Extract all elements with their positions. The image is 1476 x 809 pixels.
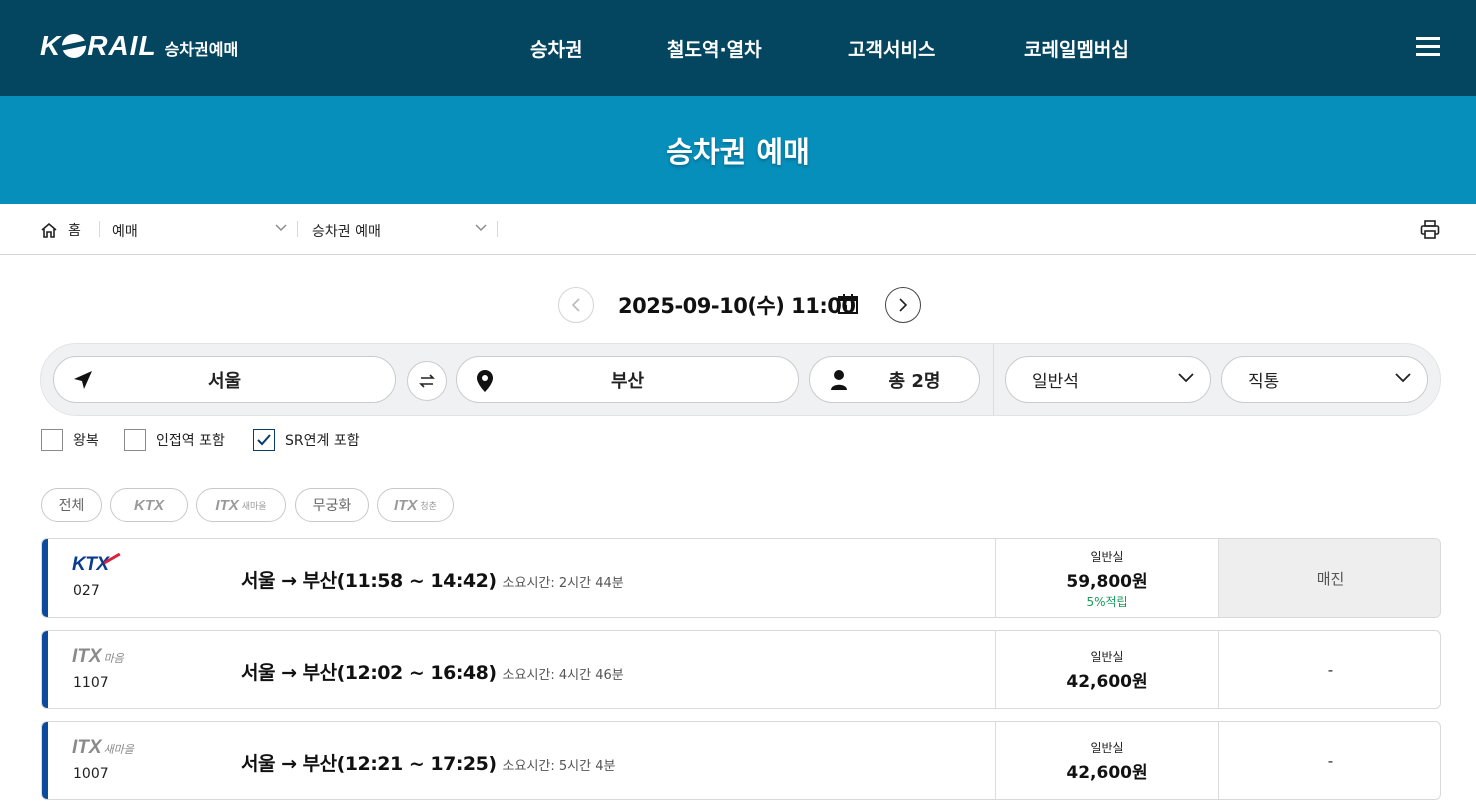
next-date-button[interactable] — [885, 287, 921, 323]
fare-cell: 일반실 42,600원 — [995, 631, 1218, 708]
hamburger-icon[interactable] — [1416, 37, 1440, 57]
page-banner: 승차권 예매 — [0, 96, 1476, 204]
swap-icon — [419, 374, 435, 388]
chevron-left-icon — [571, 298, 580, 312]
arrival-station-field[interactable]: 부산 — [456, 356, 799, 403]
filter-ktx[interactable]: KTX — [110, 488, 188, 522]
breadcrumb-divider — [297, 221, 298, 237]
calendar-icon[interactable] — [837, 293, 859, 315]
sr-connection-label: SR연계 포함 — [285, 433, 360, 449]
train-route: 서울 → 부산(11:58 ~ 14:42) 소요시간: 2시간 44분 — [241, 570, 624, 592]
selected-datetime[interactable]: 2025-09-10(수) 11:00 — [618, 290, 856, 320]
round-trip-label: 왕복 — [73, 433, 99, 449]
nav-membership[interactable]: 코레일멤버십 — [1024, 0, 1129, 96]
filter-itx-cheongchun[interactable]: ITX 청춘 — [377, 488, 454, 522]
seat-class-label: 일반실 — [1090, 650, 1124, 664]
checkmark-icon — [257, 434, 271, 446]
journey-search-bar: 서울 부산 총 2명 일반석 직통 — [40, 343, 1441, 416]
person-icon — [831, 370, 847, 390]
train-route: 서울 → 부산(12:02 ~ 16:48) 소요시간: 4시간 46분 — [241, 662, 624, 684]
route-type-select[interactable]: 직통 — [1221, 356, 1428, 403]
itx-cheongchun-sub: 청춘 — [420, 501, 437, 512]
points-earn-rate: 5%적립 — [1086, 595, 1128, 609]
logo-ring-icon — [62, 34, 87, 58]
train-route: 서울 → 부산(12:21 ~ 17:25) 소요시간: 5시간 4분 — [241, 753, 616, 775]
nav-customer-service[interactable]: 고객서비스 — [848, 0, 935, 96]
fare-price: 59,800원 — [1066, 572, 1148, 592]
itx-maeum-logo: ITX 마음 — [72, 646, 124, 667]
fare-cell: 일반실 59,800원 5%적립 — [995, 539, 1218, 617]
passenger-count-field[interactable]: 총 2명 — [809, 356, 980, 403]
home-icon — [41, 222, 57, 238]
page-title: 승차권 예매 — [666, 135, 810, 169]
row-accent-stripe — [42, 539, 48, 617]
korail-logo[interactable]: K RAIL 승차권예매 — [40, 28, 238, 64]
arrival-station: 부산 — [610, 370, 645, 392]
train-number: 1107 — [73, 675, 109, 691]
sr-connection-checkbox[interactable]: SR연계 포함 — [253, 429, 360, 451]
train-row[interactable]: ITX 새마을 1007 서울 → 부산(12:21 ~ 17:25) 소요시간: … — [41, 721, 1441, 800]
chevron-right-icon — [899, 298, 908, 312]
route-type-value: 직통 — [1248, 372, 1280, 392]
chevron-down-icon[interactable] — [275, 224, 287, 232]
row-accent-stripe — [42, 722, 48, 799]
breadcrumb-divider — [99, 221, 100, 237]
seat-class-label: 일반실 — [1090, 741, 1124, 755]
search-divider — [993, 344, 994, 415]
nav-stations-trains[interactable]: 철도역·열차 — [667, 0, 762, 96]
reservation-status[interactable]: - — [1218, 631, 1440, 708]
filter-itx-saemaeul[interactable]: ITX 새마을 — [196, 488, 286, 522]
itx-brand-text: ITX — [394, 496, 418, 514]
nearby-stations-checkbox[interactable]: 인접역 포함 — [124, 429, 225, 451]
reservation-status[interactable]: - — [1218, 722, 1440, 799]
train-row[interactable]: ITX 마음 1107 서울 → 부산(12:02 ~ 16:48) 소요시간: 4… — [41, 630, 1441, 709]
itx-brand-text: ITX — [215, 496, 239, 514]
chevron-down-icon — [1395, 373, 1411, 383]
itx-saemaeul-logo: ITX 새마을 — [72, 737, 134, 758]
train-number: 027 — [73, 583, 100, 599]
seat-class-select[interactable]: 일반석 — [1005, 356, 1211, 403]
fare-price: 42,600원 — [1066, 763, 1148, 783]
departure-station: 서울 — [207, 370, 242, 392]
checkbox-box[interactable] — [124, 429, 146, 451]
fare-price: 42,600원 — [1066, 672, 1148, 692]
print-icon[interactable] — [1420, 220, 1440, 239]
swap-stations-button[interactable] — [407, 361, 447, 401]
seat-class-label: 일반실 — [1090, 550, 1124, 564]
checkbox-box[interactable] — [41, 429, 63, 451]
top-navigation-bar: K RAIL 승차권예매 승차권 철도역·열차 고객서비스 코레일멤버십 — [0, 0, 1476, 96]
travel-duration: 소요시간: 2시간 44분 — [502, 576, 624, 591]
filter-all[interactable]: 전체 — [41, 488, 102, 522]
logo-wordmark: K RAIL — [40, 30, 157, 61]
train-row[interactable]: KTX 027 서울 → 부산(11:58 ~ 14:42) 소요시간: 2시간 … — [41, 538, 1441, 618]
travel-duration: 소요시간: 5시간 4분 — [502, 759, 616, 774]
departure-station-field[interactable]: 서울 — [53, 356, 396, 403]
passenger-count: 총 2명 — [888, 370, 941, 392]
filter-mugunghwa[interactable]: 무궁화 — [295, 488, 369, 522]
chevron-down-icon — [1178, 373, 1194, 383]
nearby-stations-label: 인접역 포함 — [156, 433, 225, 449]
fare-cell: 일반실 42,600원 — [995, 722, 1218, 799]
checkbox-box-checked[interactable] — [253, 429, 275, 451]
ktx-logo: KTX — [72, 552, 121, 576]
chevron-down-icon[interactable] — [475, 224, 487, 232]
row-accent-stripe — [42, 631, 48, 708]
breadcrumb: 홈 예매 승차권 예매 — [0, 204, 1476, 255]
ktx-brand-text: KTX — [134, 496, 164, 514]
seat-class-value: 일반석 — [1032, 372, 1079, 392]
breadcrumb-home[interactable]: 홈 — [40, 220, 81, 240]
travel-duration: 소요시간: 4시간 46분 — [502, 668, 624, 683]
sold-out-status[interactable]: 매진 — [1218, 539, 1440, 617]
logo-subtitle: 승차권예매 — [164, 40, 239, 59]
breadcrumb-divider — [497, 221, 498, 237]
round-trip-checkbox[interactable]: 왕복 — [41, 429, 99, 451]
train-number: 1007 — [73, 766, 109, 782]
breadcrumb-level1[interactable]: 예매 — [112, 221, 138, 241]
breadcrumb-level2[interactable]: 승차권 예매 — [312, 221, 381, 241]
nav-ticket[interactable]: 승차권 — [530, 0, 582, 96]
itx-saemaeul-sub: 새마을 — [241, 501, 267, 512]
previous-date-button[interactable] — [558, 287, 594, 323]
breadcrumb-home-label: 홈 — [68, 223, 81, 239]
